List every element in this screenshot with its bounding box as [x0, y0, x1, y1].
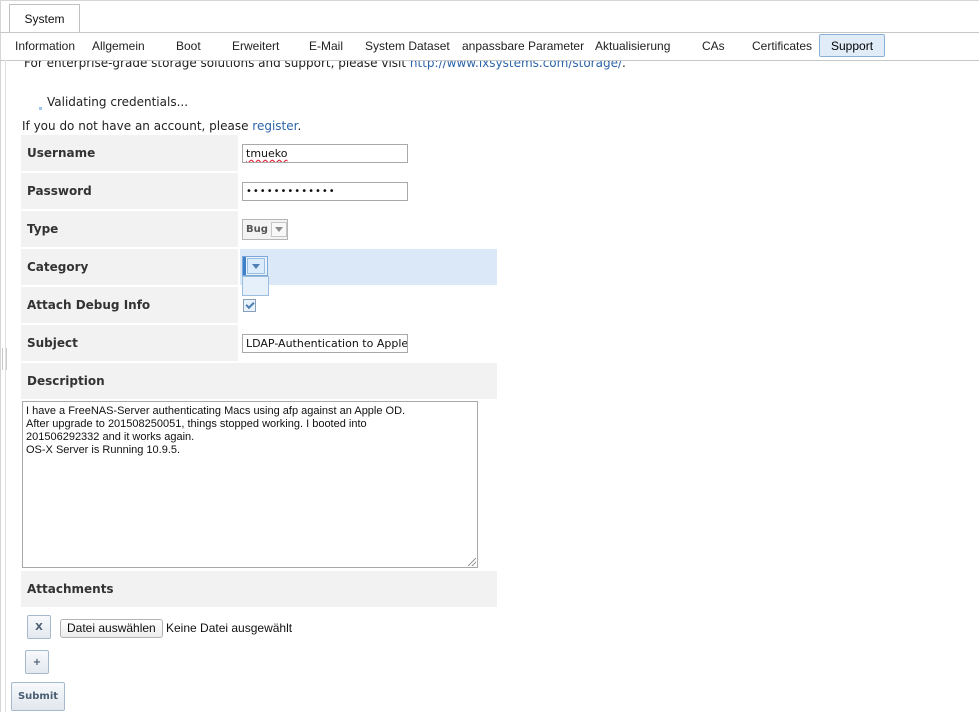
system-subtabs: Information Allgemein Boot Erweitert E-M… [0, 33, 979, 61]
notice-suffix: . [622, 61, 626, 70]
submit-button[interactable]: Submit [11, 682, 65, 711]
subtab-cas[interactable]: CAs [702, 33, 725, 59]
add-attachment-button[interactable]: + [25, 650, 49, 674]
category-selected-value [243, 257, 246, 275]
ixsystems-link[interactable]: http://www.ixsystems.com/storage/ [410, 61, 622, 70]
subject-row: Subject LDAP-Authentication to Apple [21, 325, 497, 361]
notice-text: For enterprise-grade storage solutions a… [24, 61, 410, 70]
register-prefix: If you do not have an account, please [22, 119, 253, 133]
subject-field-cell: LDAP-Authentication to Apple [240, 325, 497, 361]
register-link[interactable]: register [252, 119, 297, 133]
category-field-cell [240, 249, 497, 285]
register-line: If you do not have an account, please re… [22, 119, 301, 133]
loading-icon [39, 107, 42, 110]
password-input[interactable]: ••••••••••••• [242, 182, 408, 201]
remove-attachment-button[interactable]: X [27, 615, 51, 639]
subtab-boot[interactable]: Boot [176, 33, 201, 59]
username-field-cell: tmueko [240, 135, 497, 171]
attach-debug-label: Attach Debug Info [21, 287, 238, 323]
subtab-allgemein[interactable]: Allgemein [92, 33, 145, 59]
description-text: I have a FreeNAS-Server authenticating M… [26, 405, 406, 456]
subtab-erweitert[interactable]: Erweitert [232, 33, 279, 59]
chevron-down-icon [252, 263, 260, 269]
password-label: Password [21, 173, 238, 209]
username-value: tmueko [246, 147, 288, 160]
subject-input[interactable]: LDAP-Authentication to Apple [242, 334, 408, 353]
category-dropdown-list[interactable] [242, 276, 269, 296]
password-field-cell: ••••••••••••• [240, 173, 497, 209]
type-field-cell: Bug [240, 211, 497, 247]
username-label: Username [21, 135, 238, 171]
subtab-certificates[interactable]: Certificates [752, 33, 812, 59]
description-textarea[interactable]: I have a FreeNAS-Server authenticating M… [22, 401, 478, 568]
type-label: Type [21, 211, 238, 247]
choose-file-button[interactable]: Datei auswählen [60, 619, 163, 638]
chevron-down-icon [275, 227, 283, 232]
attachments-label: Attachments [21, 571, 497, 607]
subtab-anpassbare-parameter[interactable]: anpassbare Parameter [462, 33, 584, 59]
no-file-status: Keine Datei ausgewählt [166, 621, 293, 635]
type-select[interactable]: Bug [242, 219, 288, 240]
tab-system[interactable]: System [9, 4, 80, 32]
category-dropdown-button[interactable] [247, 258, 265, 274]
type-dropdown-button[interactable] [271, 222, 287, 237]
password-row: Password ••••••••••••• [21, 173, 497, 209]
support-content: For enterprise-grade storage solutions a… [0, 61, 979, 712]
username-row: Username tmueko [21, 135, 497, 171]
username-input[interactable]: tmueko [242, 144, 408, 163]
validating-status: Validating credentials... [47, 95, 189, 109]
type-row: Type Bug [21, 211, 497, 247]
subtab-information[interactable]: Information [15, 33, 75, 59]
resize-grip-icon[interactable] [468, 558, 476, 566]
enterprise-notice: For enterprise-grade storage solutions a… [24, 61, 626, 70]
attach-debug-checkbox[interactable] [243, 299, 256, 312]
attach-debug-field-cell [240, 287, 497, 323]
subtab-system-dataset[interactable]: System Dataset [365, 33, 450, 59]
description-label: Description [21, 363, 497, 399]
register-suffix: . [297, 119, 302, 133]
checkmark-icon [244, 299, 255, 310]
top-tab-bar: System [0, 0, 979, 33]
subtab-aktualisierung[interactable]: Aktualisierung [595, 33, 670, 59]
category-label: Category [21, 249, 238, 285]
subtab-support[interactable]: Support [819, 34, 886, 57]
subject-label: Subject [21, 325, 238, 361]
type-selected-value: Bug [246, 224, 268, 235]
subtab-email[interactable]: E-Mail [309, 33, 343, 59]
category-select[interactable] [242, 256, 268, 276]
